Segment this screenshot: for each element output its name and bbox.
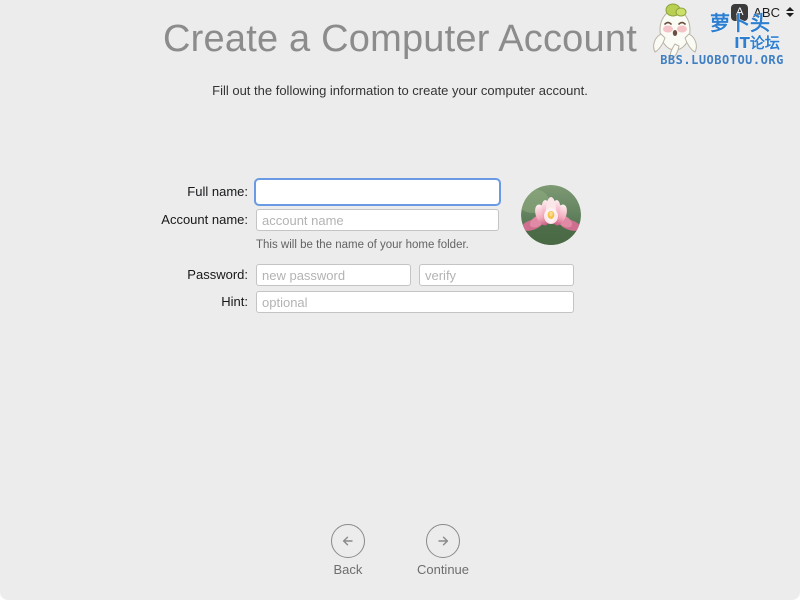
password-label: Password: <box>187 267 248 282</box>
chevron-up-down-icon <box>785 7 794 17</box>
hint-label: Hint: <box>221 294 248 309</box>
setup-assistant-window: A ABC 萝卜头 IT论坛 BBS.LUOBOTOU.ORG Create a… <box>0 0 800 600</box>
input-source-label: ABC <box>753 4 780 20</box>
page-title: Create a Computer Account <box>163 18 637 60</box>
fullname-input[interactable] <box>256 180 499 204</box>
wizard-navigation: Back Continue <box>0 524 800 578</box>
fullname-label: Full name: <box>187 184 248 199</box>
form-row-accountname: Account name: <box>0 209 800 231</box>
back-button-label: Back <box>333 562 363 577</box>
page-subtitle: Fill out the following information to cr… <box>212 83 588 98</box>
accountname-input[interactable] <box>256 209 499 231</box>
input-source-menu[interactable]: A ABC <box>731 2 794 22</box>
window-corner-right <box>792 592 800 600</box>
accountname-helper-row: This will be the name of your home folde… <box>0 236 800 252</box>
arrow-right-circle-icon <box>425 524 460 558</box>
accountname-helper-text: This will be the name of your home folde… <box>256 239 469 251</box>
arrow-left-circle-icon <box>330 524 365 558</box>
form-row-hint: Hint: <box>0 291 800 313</box>
password-input[interactable] <box>256 264 411 286</box>
back-button[interactable]: Back <box>330 524 365 578</box>
form-row-fullname: Full name: <box>0 180 800 204</box>
accountname-label: Account name: <box>161 212 248 227</box>
keyboard-input-source-icon: A <box>731 3 749 21</box>
continue-button[interactable]: Continue <box>417 524 469 578</box>
form-row-password: Password: <box>0 264 800 286</box>
verify-password-input[interactable] <box>419 264 574 286</box>
continue-button-label: Continue <box>416 562 470 577</box>
window-corner-left <box>0 592 8 600</box>
user-picture-avatar[interactable] <box>521 185 581 245</box>
account-form: Full name: Account name: This will be th… <box>0 180 800 318</box>
hint-input[interactable] <box>256 291 574 313</box>
